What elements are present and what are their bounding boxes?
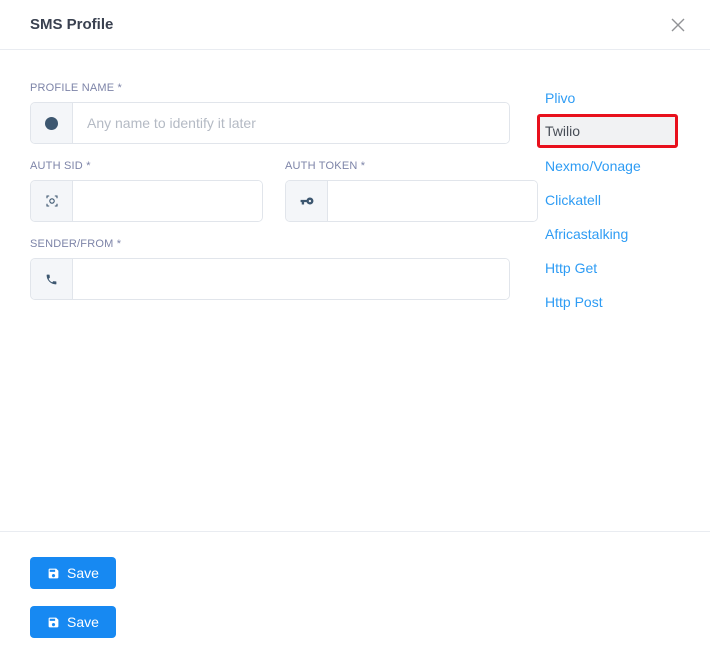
- provider-link-http-get[interactable]: Http Get: [537, 260, 678, 276]
- provider-link-plivo[interactable]: Plivo: [537, 90, 678, 106]
- provider-item-twilio[interactable]: Twilio: [537, 114, 678, 148]
- save-button-label: Save: [67, 614, 99, 630]
- provider-list: Plivo Twilio Nexmo/Vonage Clickatell Afr…: [537, 82, 678, 328]
- key-icon: [286, 181, 328, 221]
- save-button-secondary[interactable]: Save: [30, 606, 116, 638]
- sender-from-label: SENDER/FROM *: [30, 238, 510, 250]
- save-button[interactable]: Save: [30, 557, 116, 589]
- sms-profile-form: PROFILE NAME * AUTH SID *: [30, 82, 510, 316]
- provider-link-http-post[interactable]: Http Post: [537, 294, 678, 310]
- sender-from-input[interactable]: [73, 259, 509, 299]
- save-icon: [47, 616, 60, 629]
- auth-token-label: AUTH TOKEN *: [285, 160, 538, 172]
- phone-icon: [31, 259, 73, 299]
- provider-link-clickatell[interactable]: Clickatell: [537, 192, 678, 208]
- profile-name-group: PROFILE NAME *: [30, 82, 510, 144]
- auth-sid-input[interactable]: [73, 181, 262, 221]
- provider-link-africastalking[interactable]: Africastalking: [537, 226, 678, 242]
- save-icon: [47, 567, 60, 580]
- close-icon: [670, 17, 686, 33]
- close-button[interactable]: [668, 15, 688, 35]
- modal-header: SMS Profile: [0, 0, 710, 50]
- profile-name-label: PROFILE NAME *: [30, 82, 510, 94]
- user-secret-icon: [31, 181, 73, 221]
- auth-sid-label: AUTH SID *: [30, 160, 263, 172]
- page-title: SMS Profile: [30, 16, 113, 33]
- auth-token-input[interactable]: [328, 181, 537, 221]
- auth-sid-group: AUTH SID *: [30, 160, 263, 222]
- save-button-label: Save: [67, 565, 99, 581]
- auth-token-group: AUTH TOKEN *: [285, 160, 538, 222]
- provider-label-twilio: Twilio: [545, 123, 580, 139]
- modal-footer: Save Save: [0, 531, 710, 652]
- sender-from-group: SENDER/FROM *: [30, 238, 510, 300]
- profile-name-input[interactable]: [73, 103, 509, 143]
- modal-body: PROFILE NAME * AUTH SID *: [0, 50, 710, 328]
- dot-circle-icon: [31, 103, 73, 143]
- provider-link-nexmo-vonage[interactable]: Nexmo/Vonage: [537, 158, 678, 174]
